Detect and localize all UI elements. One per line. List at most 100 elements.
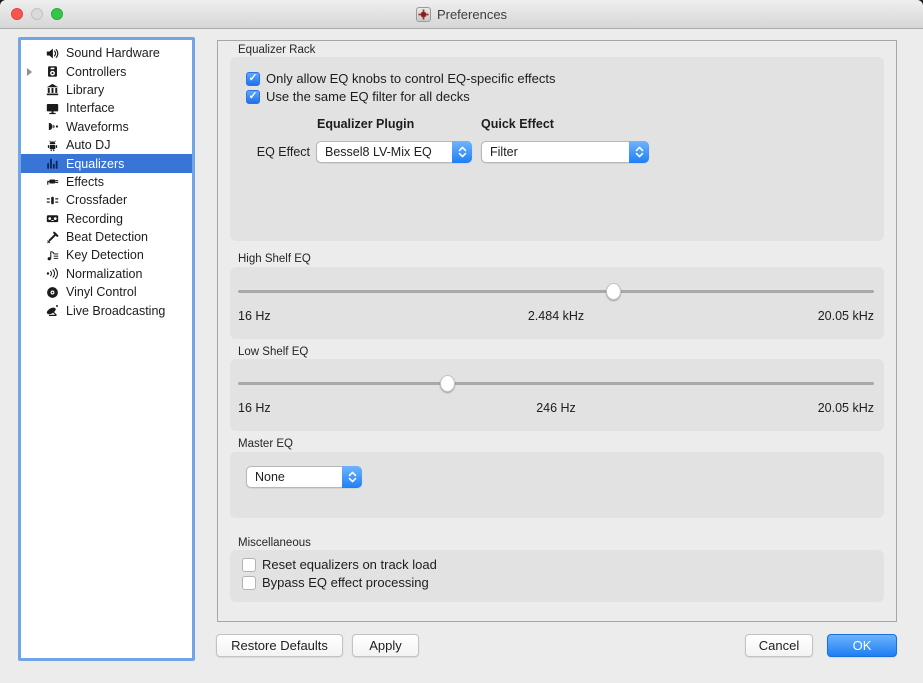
sidebar-item-label: Controllers	[66, 65, 126, 79]
equalizer-rack-group: ✓ Only allow EQ knobs to control EQ-spec…	[230, 57, 884, 241]
eq-knobs-checkbox-row: ✓ Only allow EQ knobs to control EQ-spec…	[246, 70, 556, 87]
same-filter-checkbox-label: Use the same EQ filter for all decks	[266, 89, 470, 104]
equalizer-bars-icon	[45, 157, 60, 171]
hammer-icon	[45, 230, 60, 244]
sidebar-item-label: Auto DJ	[66, 138, 110, 152]
ok-button[interactable]: OK	[827, 634, 897, 657]
sidebar-item-controllers[interactable]: Controllers	[21, 62, 192, 80]
crossfader-icon	[45, 193, 60, 207]
titlebar-center: Preferences	[0, 0, 923, 28]
low-shelf-eq-group: 16 Hz 246 Hz 20.05 kHz	[230, 359, 884, 431]
music-note-icon	[45, 248, 60, 262]
speaker-icon	[45, 46, 60, 60]
sidebar-item-normalization[interactable]: Normalization	[21, 265, 192, 283]
high-shelf-slider[interactable]	[238, 282, 874, 300]
equalizer-plugin-dropdown[interactable]: Bessel8 LV-Mix EQ	[316, 141, 472, 163]
plug-icon	[45, 175, 60, 189]
sidebar-item-label: Waveforms	[66, 120, 129, 134]
miscellaneous-group: ✓ Reset equalizers on track load ✓ Bypas…	[230, 550, 884, 602]
equalizer-plugin-header: Equalizer Plugin	[317, 117, 414, 131]
check-icon: ✓	[249, 73, 258, 84]
miscellaneous-title: Miscellaneous	[238, 537, 311, 549]
quick-effect-value: Filter	[482, 142, 648, 162]
sidebar-item-effects[interactable]: Effects	[21, 173, 192, 191]
monitor-icon	[45, 101, 60, 115]
quick-effect-header: Quick Effect	[481, 117, 554, 131]
max-frequency-label: 20.05 kHz	[818, 401, 874, 415]
reset-eq-checkbox-row: ✓ Reset equalizers on track load	[242, 556, 437, 573]
dropdown-stepper-icon	[452, 141, 472, 163]
same-filter-checkbox[interactable]: ✓	[246, 90, 260, 104]
master-eq-title: Master EQ	[238, 438, 293, 450]
sidebar-item-sound-hardware[interactable]: Sound Hardware	[21, 44, 192, 62]
eq-knobs-checkbox[interactable]: ✓	[246, 72, 260, 86]
sidebar-item-label: Effects	[66, 175, 104, 189]
recorder-icon	[45, 212, 60, 226]
preferences-window: Preferences Sound Hardware Controllers L…	[0, 0, 923, 683]
app-icon	[416, 7, 431, 22]
max-frequency-label: 20.05 kHz	[818, 309, 874, 323]
window-title: Preferences	[437, 7, 507, 22]
sidebar-item-recording[interactable]: Recording	[21, 210, 192, 228]
equalizer-plugin-value: Bessel8 LV-Mix EQ	[317, 142, 471, 162]
high-shelf-eq-group: 16 Hz 2.484 kHz 20.05 kHz	[230, 267, 884, 339]
current-frequency-label: 2.484 kHz	[238, 309, 874, 323]
cancel-button[interactable]: Cancel	[745, 634, 813, 657]
dropdown-stepper-icon	[342, 466, 362, 488]
bypass-eq-checkbox[interactable]: ✓	[242, 576, 256, 590]
eq-knobs-checkbox-label: Only allow EQ knobs to control EQ-specif…	[266, 71, 556, 86]
equalizers-settings-panel: Equalizer Rack ✓ Only allow EQ knobs to …	[217, 40, 897, 622]
sidebar-item-label: Library	[66, 83, 104, 97]
sidebar-item-label: Beat Detection	[66, 230, 148, 244]
sidebar-item-beat-detection[interactable]: Beat Detection	[21, 228, 192, 246]
waveform-icon	[45, 120, 60, 134]
disclosure-triangle-icon[interactable]	[27, 68, 32, 76]
sidebar-item-label: Equalizers	[66, 157, 124, 171]
vinyl-icon	[45, 285, 60, 299]
slider-track[interactable]	[238, 382, 874, 385]
reset-eq-checkbox-label: Reset equalizers on track load	[262, 557, 437, 572]
check-icon: ✓	[249, 91, 258, 102]
bypass-eq-checkbox-label: Bypass EQ effect processing	[262, 575, 429, 590]
low-shelf-slider[interactable]	[238, 374, 874, 392]
apply-button[interactable]: Apply	[352, 634, 419, 657]
sidebar-item-equalizers[interactable]: Equalizers	[21, 154, 192, 172]
restore-defaults-button[interactable]: Restore Defaults	[216, 634, 343, 657]
sidebar-item-library[interactable]: Library	[21, 81, 192, 99]
sidebar-item-label: Recording	[66, 212, 123, 226]
low-shelf-slider-handle[interactable]	[440, 375, 455, 392]
satellite-icon	[45, 304, 60, 318]
eq-effect-label: EQ Effect	[250, 145, 310, 159]
titlebar[interactable]: Preferences	[0, 0, 923, 29]
sidebar-item-auto-dj[interactable]: Auto DJ	[21, 136, 192, 154]
sidebar-item-label: Vinyl Control	[66, 285, 137, 299]
sidebar-item-label: Key Detection	[66, 248, 144, 262]
sound-waves-icon	[45, 267, 60, 281]
low-shelf-eq-title: Low Shelf EQ	[238, 346, 308, 358]
quick-effect-dropdown[interactable]: Filter	[481, 141, 649, 163]
controller-icon	[45, 65, 60, 79]
master-eq-group: None	[230, 452, 884, 518]
sidebar-item-label: Interface	[66, 101, 115, 115]
sidebar-item-interface[interactable]: Interface	[21, 99, 192, 117]
sidebar-item-key-detection[interactable]: Key Detection	[21, 246, 192, 264]
sidebar-item-label: Normalization	[66, 267, 142, 281]
sidebar-item-live-broadcasting[interactable]: Live Broadcasting	[21, 301, 192, 319]
sidebar-item-waveforms[interactable]: Waveforms	[21, 118, 192, 136]
current-frequency-label: 246 Hz	[238, 401, 874, 415]
sidebar-item-label: Crossfader	[66, 193, 127, 207]
sidebar-item-crossfader[interactable]: Crossfader	[21, 191, 192, 209]
bypass-eq-checkbox-row: ✓ Bypass EQ effect processing	[242, 574, 429, 591]
robot-icon	[45, 138, 60, 152]
master-eq-dropdown[interactable]: None	[246, 466, 362, 488]
high-shelf-eq-title: High Shelf EQ	[238, 253, 311, 265]
slider-track[interactable]	[238, 290, 874, 293]
reset-eq-checkbox[interactable]: ✓	[242, 558, 256, 572]
sidebar-item-label: Sound Hardware	[66, 46, 160, 60]
dropdown-stepper-icon	[629, 141, 649, 163]
equalizer-rack-title: Equalizer Rack	[238, 44, 315, 56]
sidebar-item-vinyl-control[interactable]: Vinyl Control	[21, 283, 192, 301]
preferences-sidebar: Sound Hardware Controllers Library Inter…	[18, 37, 195, 661]
library-icon	[45, 83, 60, 97]
high-shelf-slider-handle[interactable]	[606, 283, 621, 300]
